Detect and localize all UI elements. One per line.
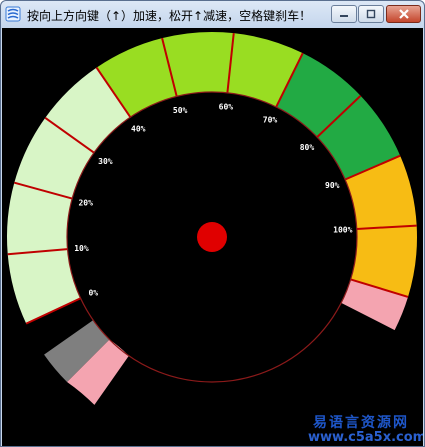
watermark-line-1: 易语言资源网 xyxy=(313,415,409,431)
close-button[interactable] xyxy=(386,5,421,23)
speedometer-gauge: 0% 10% 20% 30% 40% 50% 60% 70% 80% 90% 100% xyxy=(6,31,417,405)
window-title: 按向上方向键（↑）加速，松开↑减速，空格键刹车！ xyxy=(27,9,312,23)
close-icon xyxy=(398,9,409,19)
gauge-canvas: 0% 10% 20% 30% 40% 50% 60% 70% 80% 90% 100% 易语言资源网… xyxy=(2,28,423,446)
minimize-icon xyxy=(340,15,348,17)
gauge-label-20pct: 20% xyxy=(78,198,93,207)
app-window: 按向上方向键（↑）加速，松开↑减速，空格键刹车！ 0% 10% 20% 30% 40% 5… xyxy=(0,0,425,447)
gauge-label-90pct: 90% xyxy=(325,181,340,190)
maximize-button[interactable] xyxy=(358,5,384,23)
gauge-label-0pct: 0% xyxy=(88,288,98,297)
minimize-button[interactable] xyxy=(331,5,357,23)
gauge-label-100pct: 100% xyxy=(333,226,352,235)
title-bar[interactable]: 按向上方向键（↑）加速，松开↑减速，空格键刹车！ xyxy=(1,1,424,29)
gauge-band-segment xyxy=(7,249,81,324)
gauge-hub xyxy=(197,222,227,252)
gauge-label-80pct: 80% xyxy=(300,143,315,152)
watermark-line-2: www.c5a5x.com xyxy=(308,430,423,445)
gauge-label-50pct: 50% xyxy=(173,106,188,115)
gauge-label-10pct: 10% xyxy=(74,244,89,253)
gauge-label-60pct: 60% xyxy=(219,103,234,112)
gauge-label-70pct: 70% xyxy=(263,116,278,125)
gauge-label-30pct: 30% xyxy=(98,157,113,166)
maximize-icon xyxy=(366,9,376,19)
gauge-label-40pct: 40% xyxy=(131,125,146,134)
app-icon xyxy=(5,6,21,22)
